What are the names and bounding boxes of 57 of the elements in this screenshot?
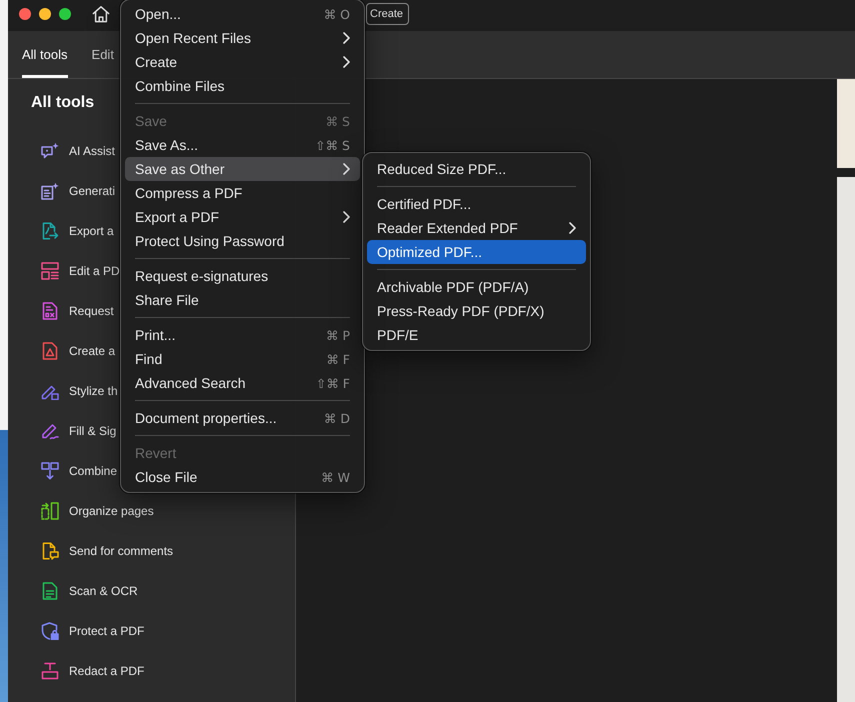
- tool-item[interactable]: Redact a PDF: [41, 651, 144, 691]
- menu-item[interactable]: PDF/E: [367, 323, 586, 347]
- sidebar-title: All tools: [31, 93, 94, 113]
- menu-item[interactable]: Protect Using Password: [125, 229, 360, 253]
- menu-item[interactable]: Archivable PDF (PDF/A): [367, 275, 586, 299]
- menu-item[interactable]: Reader Extended PDF: [367, 216, 586, 240]
- menu-item[interactable]: Press-Ready PDF (PDF/X): [367, 299, 586, 323]
- tool-item[interactable]: Edit a PD: [41, 251, 120, 291]
- create-button[interactable]: Create: [366, 3, 410, 25]
- shortcut-label: ⌘ F: [326, 352, 350, 366]
- menu-item[interactable]: Save As... ⇧⌘ S: [125, 133, 360, 157]
- menu-item[interactable]: Compress a PDF: [125, 181, 360, 205]
- tool-item[interactable]: Organize pages: [41, 491, 154, 531]
- shortcut-label: ⌘ W: [321, 470, 350, 484]
- shortcut-label: ⌘ D: [324, 410, 350, 426]
- shortcut-label: ⇧⌘ F: [316, 376, 350, 390]
- tool-item[interactable]: Stylize th: [41, 371, 118, 411]
- chevron-right-icon: [569, 222, 576, 234]
- menu-item[interactable]: Print... ⌘ P: [125, 323, 360, 347]
- tool-item[interactable]: Fill & Sig: [41, 411, 116, 451]
- menu-item[interactable]: Find ⌘ F: [125, 347, 360, 371]
- window-close-button[interactable]: [19, 8, 31, 20]
- tool-item[interactable]: Combine: [41, 451, 118, 491]
- menu-item[interactable]: Save as Other: [125, 157, 360, 181]
- chevron-right-icon: [343, 56, 350, 68]
- menu-item[interactable]: Document properties... ⌘ D: [125, 406, 360, 430]
- chevron-right-icon: [343, 163, 350, 175]
- chevron-right-icon: [343, 211, 350, 223]
- tab[interactable]: Edit: [92, 31, 114, 78]
- tool-item[interactable]: Protect a PDF: [41, 611, 144, 651]
- tool-item[interactable]: Send for comments: [41, 531, 174, 571]
- menu-item[interactable]: Request e-signatures: [125, 264, 360, 288]
- menu-item[interactable]: Combine Files: [125, 74, 360, 98]
- menu-item[interactable]: Share File: [125, 288, 360, 312]
- shortcut-label: ⌘ S: [326, 114, 350, 128]
- window-minimize-button[interactable]: [39, 8, 51, 20]
- menu-item[interactable]: Open Recent Files: [125, 26, 360, 50]
- menu-item[interactable]: Advanced Search ⇧⌘ F: [125, 371, 360, 395]
- menu-item[interactable]: Reduced Size PDF...: [367, 157, 586, 181]
- menu-item[interactable]: Export a PDF: [125, 205, 360, 229]
- tool-item[interactable]: Create a: [41, 331, 116, 371]
- menu-item[interactable]: Certified PDF...: [367, 192, 586, 216]
- shortcut-label: ⌘ P: [326, 328, 350, 342]
- chevron-right-icon: [343, 32, 350, 44]
- tool-item[interactable]: Scan & OCR: [41, 571, 138, 611]
- tool-item[interactable]: Request: [41, 291, 114, 331]
- shortcut-label: ⌘ O: [324, 6, 350, 22]
- tool-item[interactable]: AI Assist: [41, 131, 116, 171]
- menu-item[interactable]: Close File ⌘ W: [125, 465, 360, 489]
- tool-item[interactable]: Export a: [41, 211, 114, 251]
- home-icon[interactable]: [92, 5, 110, 23]
- tool-item[interactable]: Generati: [41, 171, 116, 211]
- menu-item[interactable]: Create: [125, 50, 360, 74]
- menu-item[interactable]: Optimized PDF...: [367, 240, 586, 264]
- menu-item[interactable]: Open... ⌘ O: [125, 2, 360, 26]
- window-zoom-button[interactable]: [59, 8, 71, 20]
- shortcut-label: ⇧⌘ S: [315, 138, 350, 152]
